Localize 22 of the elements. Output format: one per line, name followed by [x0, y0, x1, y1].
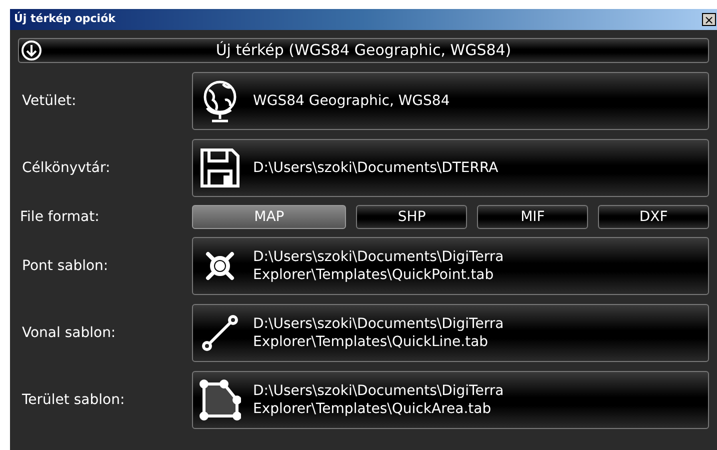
path-button[interactable]: D:\Users\szoki\Documents\DTERRA	[192, 139, 709, 197]
format-tab[interactable]: MAP	[192, 205, 346, 229]
field-label: Terület sablon:	[21, 390, 126, 410]
field-label: Vetület:	[21, 92, 78, 110]
close-button[interactable]: ×	[702, 13, 716, 26]
header-bar[interactable]: Új térkép (WGS84 Geographic, WGS84)	[18, 38, 709, 63]
path-button[interactable]: WGS84 Geographic, WGS84	[192, 72, 709, 130]
field-label: Vonal sablon:	[21, 324, 117, 342]
point-icon	[205, 251, 235, 281]
path-button[interactable]: D:\Users\szoki\Documents\DigiTerra Explorer\Templates\QuickLine.tab	[192, 304, 709, 362]
format-tab[interactable]: MIF	[477, 205, 588, 229]
path-button[interactable]: D:\Users\szoki\Documents\DigiTerra Explorer\Templates\QuickArea.tab	[192, 371, 709, 429]
field-label: Pont sablon:	[21, 256, 110, 276]
line-icon	[201, 314, 239, 352]
window-title: Új térkép opciók	[14, 11, 116, 28]
polygon-icon	[199, 379, 241, 421]
field-label: Célkönyvtár:	[21, 158, 112, 178]
header-title: Új térkép (WGS84 Geographic, WGS84)	[214, 40, 512, 62]
field-label: File format:	[19, 208, 100, 226]
format-tab[interactable]: DXF	[598, 205, 709, 229]
path-button[interactable]: D:\Users\szoki\Documents\DigiTerra Explorer\Templates\QuickPoint.tab	[192, 237, 709, 295]
format-tab[interactable]: SHP	[356, 205, 468, 229]
